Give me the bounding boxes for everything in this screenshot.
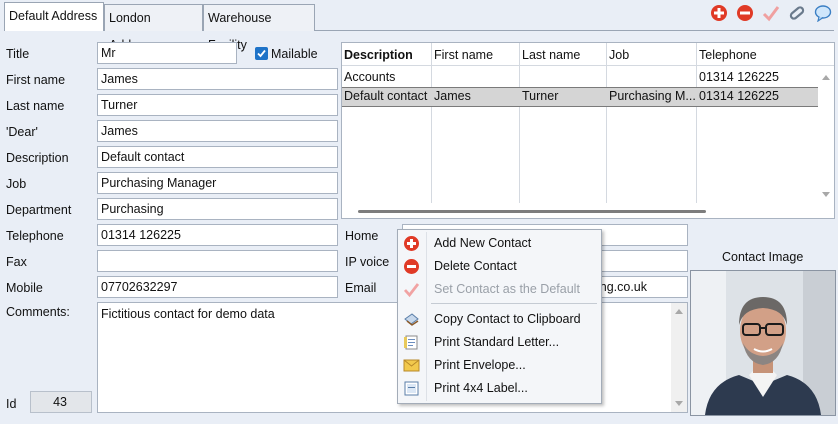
checkmark-icon: [403, 283, 420, 298]
menu-item-label: Print 4x4 Label...: [434, 381, 528, 395]
menu-item-label: Add New Contact: [434, 236, 532, 250]
grid-column-divider: [606, 43, 607, 203]
menu-item-set-default: Set Contact as the Default: [398, 278, 601, 301]
department-field[interactable]: Purchasing: [97, 198, 338, 220]
email-value: ing.co.uk: [596, 280, 647, 294]
id-label: Id: [6, 397, 17, 411]
label-icon: [404, 381, 419, 396]
menu-separator: [431, 303, 597, 304]
table-cell: James: [434, 89, 471, 103]
menu-item-label: Set Contact as the Default: [434, 282, 580, 296]
last-name-label: Last name: [6, 99, 65, 113]
menu-item-add-new-contact[interactable]: Add New Contact: [398, 232, 601, 255]
grid-header-first-name[interactable]: First name: [434, 48, 493, 62]
mailable-checkbox[interactable]: [255, 47, 268, 60]
scroll-up-icon[interactable]: [675, 308, 683, 314]
letter-icon: [404, 335, 418, 350]
delete-icon[interactable]: [736, 4, 754, 22]
grid-vertical-scrollbar[interactable]: [818, 66, 834, 203]
home-label: Home: [345, 229, 379, 243]
comment-icon[interactable]: [814, 4, 832, 22]
contact-photo[interactable]: [690, 270, 836, 416]
grid-header-last-name[interactable]: Last name: [522, 48, 580, 62]
scroll-up-icon[interactable]: [822, 74, 830, 80]
table-cell: Accounts: [344, 70, 396, 84]
grid-header-telephone[interactable]: Telephone: [699, 48, 757, 62]
mobile-field[interactable]: 07702632297: [97, 276, 338, 298]
title-field[interactable]: Mr: [97, 42, 237, 64]
table-cell: Purchasing M...: [609, 89, 695, 103]
id-value: 43: [53, 395, 67, 409]
menu-item-print-label[interactable]: Print 4x4 Label...: [398, 377, 601, 400]
delete-icon: [404, 259, 419, 274]
grid-column-divider: [696, 43, 697, 203]
tab-london-address[interactable]: London Address: [104, 4, 203, 52]
envelope-icon: [403, 359, 420, 372]
contact-image-label: Contact Image: [722, 250, 804, 264]
menu-item-print-letter[interactable]: Print Standard Letter...: [398, 331, 601, 354]
comments-scrollbar[interactable]: [671, 303, 687, 412]
checkmark-icon: [257, 49, 266, 58]
job-label: Job: [6, 177, 27, 191]
first-name-field[interactable]: James: [97, 68, 338, 90]
menu-item-label: Copy Contact to Clipboard: [434, 312, 581, 326]
clipboard-icon: [404, 313, 419, 326]
menu-item-copy-to-clipboard[interactable]: Copy Contact to Clipboard: [398, 308, 601, 331]
ipvoice-label: IP voice: [345, 255, 390, 269]
menu-item-label: Print Envelope...: [434, 358, 526, 372]
attach-icon[interactable]: [788, 4, 806, 22]
add-icon: [404, 236, 419, 251]
add-icon[interactable]: [710, 4, 728, 22]
fax-label: Fax: [6, 255, 27, 269]
tab-warehouse-facility[interactable]: Warehouse Facility: [203, 4, 315, 52]
table-cell: Turner: [522, 89, 559, 103]
email-label: Email: [345, 281, 377, 295]
menu-item-label: Delete Contact: [434, 259, 517, 273]
telephone-label: Telephone: [6, 229, 64, 243]
scroll-down-icon[interactable]: [822, 192, 830, 198]
first-name-label: First name: [6, 73, 66, 87]
grid-column-divider: [431, 43, 432, 203]
grid-header-job[interactable]: Job: [609, 48, 629, 62]
job-field[interactable]: Purchasing Manager: [97, 172, 338, 194]
menu-item-label: Print Standard Letter...: [434, 335, 560, 349]
table-cell: Default contact: [344, 89, 428, 103]
table-row[interactable]: Accounts 01314 126225: [342, 68, 818, 86]
description-field[interactable]: Default contact: [97, 146, 338, 168]
grid-header-description[interactable]: Description: [344, 48, 413, 62]
mobile-label: Mobile: [6, 281, 43, 295]
last-name-field[interactable]: Turner: [97, 94, 338, 116]
dear-label: 'Dear': [6, 125, 38, 139]
table-cell: 01314 126225: [699, 89, 779, 103]
fax-field[interactable]: [97, 250, 338, 272]
title-label: Title: [6, 47, 30, 61]
comments-label: Comments:: [6, 305, 70, 319]
comments-text: Fictitious contact for demo data: [101, 307, 275, 321]
tab-divider: [315, 30, 834, 31]
department-label: Department: [6, 203, 72, 217]
context-menu: Add New Contact Delete Contact Set Conta…: [397, 229, 602, 404]
table-cell: 01314 126225: [699, 70, 779, 84]
description-label: Description: [6, 151, 69, 165]
grid-header-divider: [342, 65, 834, 66]
contacts-grid[interactable]: Description First name Last name Job Tel…: [341, 42, 835, 219]
telephone-field[interactable]: 01314 126225: [97, 224, 338, 246]
grid-horizontal-scrollbar[interactable]: [358, 210, 706, 213]
id-field: 43: [30, 391, 92, 413]
scroll-down-icon[interactable]: [675, 401, 683, 407]
mailable-label: Mailable: [271, 47, 318, 61]
menu-item-print-envelope[interactable]: Print Envelope...: [398, 354, 601, 377]
tab-default-address[interactable]: Default Address: [4, 2, 104, 31]
table-row[interactable]: Default contact James Turner Purchasing …: [342, 87, 818, 107]
set-default-icon[interactable]: [762, 4, 780, 22]
grid-column-divider: [519, 43, 520, 203]
dear-field[interactable]: James: [97, 120, 338, 142]
contact-photo-image: [691, 271, 835, 415]
menu-item-delete-contact[interactable]: Delete Contact: [398, 255, 601, 278]
